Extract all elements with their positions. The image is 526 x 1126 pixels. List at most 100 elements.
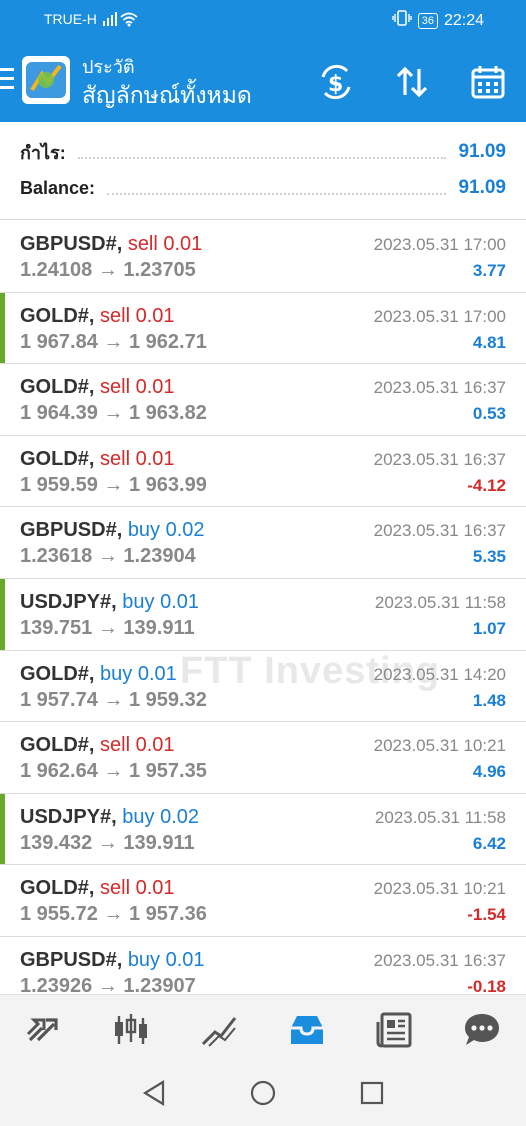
vibrate-icon: [392, 10, 412, 31]
balance-row: Balance: 91.09: [20, 174, 506, 202]
trade-profit: -1.54: [467, 905, 506, 925]
trade-time: 2023.05.31 16:37: [373, 449, 506, 469]
trade-time: 2023.05.31 10:21: [373, 879, 506, 899]
trade-side: buy 0.01: [100, 662, 177, 685]
chart-icon[interactable]: [106, 1005, 156, 1055]
svg-text:$: $: [328, 72, 343, 97]
trade-time: 2023.05.31 10:21: [373, 736, 506, 756]
trend-icon[interactable]: [194, 1005, 244, 1055]
trade-side: sell 0.01: [100, 376, 175, 399]
system-navigation: [0, 1064, 526, 1126]
trade-side: sell 0.01: [100, 447, 175, 470]
trade-side: buy 0.01: [127, 948, 205, 971]
trade-side: sell 0.01: [127, 233, 203, 255]
profit-row: กำไร: 91.09: [20, 138, 506, 166]
app-logo: [22, 56, 70, 104]
trade-symbol: USDJPY#, buy 0.02: [20, 806, 199, 829]
trade-row[interactable]: GOLD#, sell 0.01 1 964.39 → 1 963.82 2023.…: [0, 364, 526, 436]
trade-row[interactable]: GOLD#, sell 0.01 1 959.59 → 1 963.99 2023.…: [0, 436, 526, 508]
trade-profit: 5.35: [472, 547, 506, 567]
currency-refresh-icon[interactable]: $: [316, 62, 356, 102]
chat-icon[interactable]: [457, 1005, 507, 1055]
symbol-name: GOLD#,: [20, 662, 101, 685]
trade-row[interactable]: GOLD#, sell 0.01 1 962.64 → 1 957.35 2023.…: [0, 722, 526, 794]
dotted-leader: [77, 145, 447, 159]
trade-side: sell 0.01: [100, 304, 175, 327]
trade-symbol: GOLD#, sell 0.01: [20, 376, 175, 399]
trade-profit: 4.96: [472, 762, 506, 782]
page-subtitle[interactable]: สัญลักษณ์ทั้งหมด: [82, 78, 252, 114]
history-icon[interactable]: [282, 1005, 332, 1055]
profit-label: กำไร:: [20, 142, 66, 163]
back-icon[interactable]: [141, 1079, 167, 1112]
trade-profit: 0.53: [472, 404, 506, 424]
trade-side: sell 0.01: [100, 734, 175, 757]
trade-symbol: GOLD#, sell 0.01: [20, 877, 175, 900]
trade-symbol: GOLD#, sell 0.01: [20, 448, 175, 471]
trade-row[interactable]: GOLD#, sell 0.01 1 955.72 → 1 957.36 2023.…: [0, 865, 526, 937]
trade-row[interactable]: GOLD#, sell 0.01 1 967.84 → 1 962.71 2023.…: [0, 292, 526, 365]
trade-row[interactable]: GBPUSD#, buy 0.02 1.23618 → 1.23904 2023.0…: [0, 507, 526, 579]
symbol-name: GOLD#,: [20, 376, 101, 399]
trade-profit: 3.77: [472, 261, 506, 280]
trade-time: 2023.05.31 11:58: [374, 807, 506, 827]
news-icon[interactable]: [369, 1005, 419, 1055]
symbol-name: USDJPY#,: [20, 805, 123, 828]
trade-row[interactable]: USDJPY#, buy 0.01 139.751 → 139.911 2023.0…: [0, 578, 526, 651]
recents-icon[interactable]: [359, 1080, 385, 1111]
trade-side: buy 0.02: [122, 805, 199, 828]
status-bar: TRUE-H 36 22:24: [0, 0, 526, 40]
carrier-label: TRUE-H: [44, 11, 97, 27]
trade-side: buy 0.02: [127, 519, 205, 542]
calendar-icon[interactable]: [468, 62, 508, 102]
trade-profit: 1.48: [472, 690, 506, 710]
balance-label: Balance:: [20, 177, 96, 198]
trade-symbol: GBPUSD#, sell 0.01: [20, 233, 202, 256]
trade-time: 2023.05.31 17:00: [373, 235, 506, 254]
symbol-name: GBPUSD#,: [20, 948, 128, 971]
trade-profit: 4.81: [472, 332, 506, 352]
trade-symbol: GBPUSD#, buy 0.02: [20, 519, 205, 542]
symbol-name: USDJPY#,: [20, 590, 123, 613]
profit-value: 91.09: [458, 141, 506, 162]
symbol-name: GOLD#,: [20, 877, 101, 900]
trade-symbol: GOLD#, buy 0.01: [20, 663, 177, 686]
menu-icon[interactable]: [0, 68, 14, 90]
symbol-name: GOLD#,: [20, 304, 101, 327]
clock: 22:24: [443, 11, 484, 29]
summary-panel: กำไร: 91.09 Balance: 91.09: [0, 122, 526, 220]
bottom-navigation: [0, 994, 526, 1064]
row-indicator: [0, 292, 5, 364]
balance-value: 91.09: [458, 177, 506, 198]
trade-price: 1 962.64 → 1 957.35: [20, 760, 207, 783]
trade-row[interactable]: GOLD#, buy 0.01 1 957.74 → 1 959.32 2023.0…: [0, 651, 526, 723]
trade-symbol: USDJPY#, buy 0.01: [20, 591, 199, 614]
trade-time: 2023.05.31 16:37: [373, 521, 506, 541]
trade-time: 2023.05.31 16:37: [373, 378, 506, 398]
trade-profit: -4.12: [467, 475, 506, 495]
trade-price: 1 957.74 → 1 959.32: [20, 688, 207, 711]
sort-icon[interactable]: [392, 62, 432, 102]
trade-profit: 6.42: [472, 833, 506, 853]
trade-price: 1 959.59 → 1 963.99: [20, 473, 207, 496]
trade-profit: 1.07: [472, 618, 506, 638]
trade-row[interactable]: GBPUSD#, sell 0.01 1.24108 → 1.23705 2023.…: [0, 221, 526, 293]
trade-price: 1.23618 → 1.23904: [20, 545, 196, 568]
trade-side: sell 0.01: [100, 877, 175, 900]
trade-symbol: GOLD#, sell 0.01: [20, 305, 175, 328]
trade-time: 2023.05.31 16:37: [373, 950, 506, 970]
home-icon[interactable]: [249, 1079, 277, 1112]
trade-time: 2023.05.31 11:58: [374, 592, 506, 612]
trade-price: 1 967.84 → 1 962.71: [20, 330, 207, 353]
trade-icon[interactable]: [19, 1005, 69, 1055]
symbol-name: GBPUSD#,: [20, 519, 128, 542]
trade-side: buy 0.01: [122, 590, 199, 613]
trade-price: 1 964.39 → 1 963.82: [20, 402, 207, 425]
trade-row[interactable]: USDJPY#, buy 0.02 139.432 → 139.911 2023.0…: [0, 793, 526, 866]
symbol-name: GBPUSD#,: [20, 233, 128, 255]
row-indicator: [0, 793, 5, 865]
battery-icon: 36: [417, 12, 438, 29]
trade-time: 2023.05.31 17:00: [373, 306, 506, 326]
trade-symbol: GBPUSD#, buy 0.01: [20, 949, 205, 972]
trade-symbol: GOLD#, sell 0.01: [20, 734, 175, 757]
